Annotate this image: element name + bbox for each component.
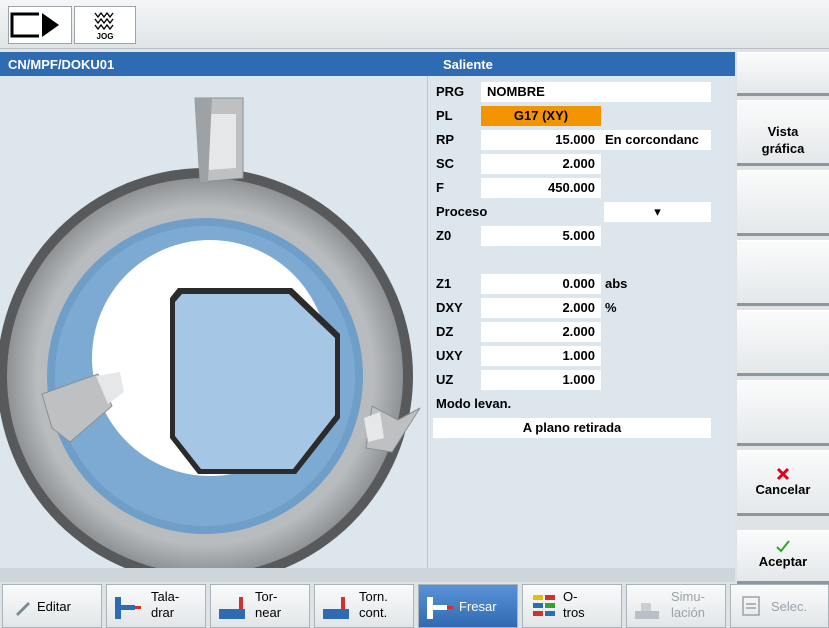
softkey-3[interactable] <box>737 170 829 236</box>
title-bar: CN/MPF/DOKU01 Saliente <box>0 52 735 76</box>
modo-select[interactable]: A plano retirada <box>433 418 711 438</box>
editar-button[interactable]: Editar <box>2 584 102 628</box>
cycle-title: Saliente <box>443 57 493 72</box>
uxy-label: UXY <box>436 348 463 363</box>
contour-turning-icon <box>323 597 349 619</box>
simulation-icon <box>635 603 659 619</box>
dxy-unit[interactable]: % <box>605 298 617 318</box>
sc-input[interactable]: 2.000 <box>481 154 601 174</box>
z1-input[interactable]: 0.000 <box>481 274 601 294</box>
turning-icon <box>219 597 245 619</box>
others-grid-icon <box>533 595 555 616</box>
vista-label-2: gráfica <box>761 141 805 156</box>
uz-label: UZ <box>436 372 454 387</box>
pl-label: PL <box>436 108 453 123</box>
help-graphic <box>0 76 427 584</box>
tornear-label-2: near <box>255 605 282 620</box>
dxy-label: DXY <box>436 300 463 315</box>
otros-button[interactable]: O- tros <box>522 584 622 628</box>
program-path: CN/MPF/DOKU01 <box>8 57 115 72</box>
dz-label: DZ <box>436 324 454 339</box>
uxy-input[interactable]: 1.000 <box>481 346 601 366</box>
selec-button[interactable]: Selec. <box>730 584 829 628</box>
spigot-machining-illustration <box>0 97 421 584</box>
editar-label: Editar <box>37 599 71 614</box>
simulacion-label-1: Simu- <box>671 589 705 604</box>
f-input[interactable]: 450.000 <box>481 178 601 198</box>
nc-select-icon <box>742 596 760 616</box>
sc-label: SC <box>436 156 455 171</box>
proceso-select[interactable]: ▾ <box>604 202 711 222</box>
cancel-x-icon <box>776 467 790 481</box>
accept-button[interactable]: Aceptar <box>737 530 829 584</box>
taladrar-label-1: Tala- <box>151 589 180 604</box>
taladrar-label-2: drar <box>151 605 175 620</box>
jog-wave-icon <box>94 11 114 31</box>
z1-label: Z1 <box>436 276 452 291</box>
prg-label: PRG <box>436 84 465 99</box>
chevron-down-icon: ▾ <box>654 204 661 219</box>
softkey-6[interactable] <box>737 380 829 446</box>
cancel-button[interactable]: Cancelar <box>737 450 829 516</box>
f-label: F <box>436 180 444 195</box>
rp-label: RP <box>436 132 455 147</box>
z1-unit[interactable]: abs <box>605 274 627 294</box>
softkey-5[interactable] <box>737 310 829 376</box>
softkey-1[interactable] <box>737 52 829 96</box>
torn-cont-label-1: Torn. <box>359 589 388 604</box>
accept-label: Aceptar <box>758 554 808 569</box>
rp-unit-select[interactable]: En corcondanc <box>601 130 711 150</box>
prg-input[interactable]: NOMBRE <box>481 82 711 102</box>
selec-label: Selec. <box>771 599 808 614</box>
jog-label: JOG <box>96 32 114 41</box>
pl-select[interactable]: G17 (XY) <box>481 106 601 126</box>
z0-input[interactable]: 5.000 <box>481 226 601 246</box>
tornear-label-1: Tor- <box>255 589 278 604</box>
vista-label-1: Vista <box>767 124 799 139</box>
fresar-button[interactable]: Fresar <box>418 584 518 628</box>
mode-arrow-icon <box>10 11 59 39</box>
softkey-4[interactable] <box>737 240 829 306</box>
otros-label-1: O- <box>563 589 578 604</box>
taladrar-button[interactable]: Tala- drar <box>106 584 206 628</box>
accept-check-icon <box>776 540 790 553</box>
simulacion-button[interactable]: Simu- lación <box>626 584 726 628</box>
milling-icon <box>427 597 453 619</box>
top-bar: JOG <box>0 0 829 49</box>
z0-label: Z0 <box>436 228 452 243</box>
torn-cont-button[interactable]: Torn. cont. <box>314 584 414 628</box>
parameter-form: PRG NOMBRE PL G17 (XY) RP 15.000 En corc… <box>428 76 735 568</box>
drill-icon <box>115 597 141 619</box>
dxy-input[interactable]: 2.000 <box>481 298 601 318</box>
pencil-icon <box>16 602 30 616</box>
status-strip <box>0 568 735 582</box>
dz-input[interactable]: 2.000 <box>481 322 601 342</box>
proceso-label: Proceso <box>436 204 488 219</box>
vista-grafica-button[interactable]: Vista gráfica <box>737 100 829 166</box>
tornear-button[interactable]: Tor- near <box>210 584 310 628</box>
uz-input[interactable]: 1.000 <box>481 370 601 390</box>
jog-mode-button[interactable]: JOG <box>74 6 136 44</box>
modo-label: Modo levan. <box>436 396 512 411</box>
simulacion-label-2: lación <box>671 605 705 620</box>
otros-label-2: tros <box>563 605 585 620</box>
cancel-label: Cancelar <box>755 482 811 497</box>
fresar-label: Fresar <box>459 599 497 614</box>
rp-input[interactable]: 15.000 <box>481 130 601 150</box>
machine-mode-button[interactable] <box>8 6 72 44</box>
torn-cont-label-2: cont. <box>359 605 388 620</box>
